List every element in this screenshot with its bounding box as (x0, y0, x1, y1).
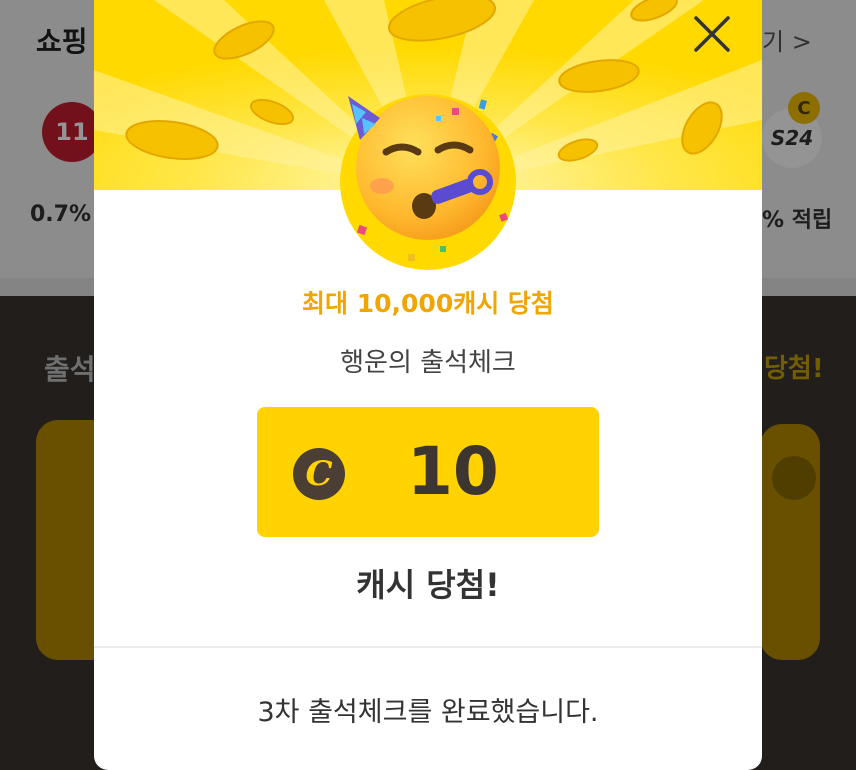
emoji-badge (340, 94, 516, 270)
close-icon (694, 16, 730, 52)
modal-subtitle: 행운의 출석체크 (340, 348, 516, 378)
promo-text: 최대 10,000캐시 당첨 (302, 289, 554, 318)
modal-divider (94, 646, 762, 648)
close-button[interactable] (692, 14, 740, 62)
win-heading: 캐시 당첨! (356, 566, 500, 604)
completion-message: 3차 출석체크를 완료했습니다. (257, 697, 599, 728)
partying-face-icon (348, 96, 509, 261)
cash-amount: 10 (407, 433, 499, 510)
cash-result-box: C 10 (257, 407, 599, 537)
attendance-result-modal: 최대 10,000캐시 당첨 행운의 출석체크 C 10 캐시 당첨! 3차 출… (94, 0, 762, 770)
cash-coin-icon: C (293, 448, 345, 500)
